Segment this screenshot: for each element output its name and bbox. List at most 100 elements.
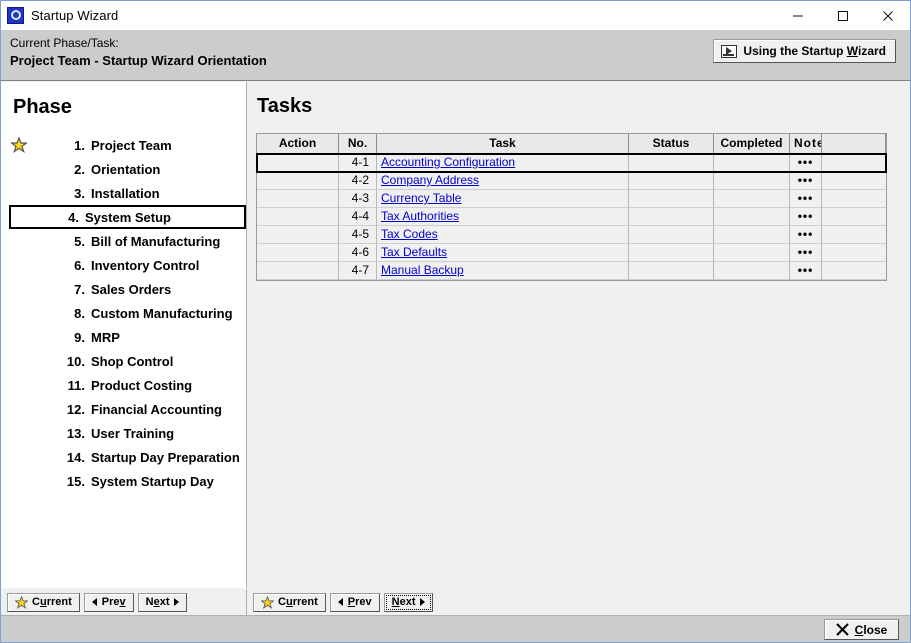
cell-note[interactable]: ••• [790, 262, 822, 280]
phase-current-button[interactable]: Current [7, 592, 80, 612]
task-link[interactable]: Accounting Configuration [381, 155, 515, 169]
phase-item-project-team[interactable]: 1. Project Team [1, 133, 246, 157]
phase-number: 4. [68, 209, 79, 225]
window-title: Startup Wizard [31, 8, 119, 23]
cell-note[interactable]: ••• [790, 208, 822, 226]
task-prev-button[interactable]: Prev [329, 592, 380, 612]
cell-no: 4-2 [339, 172, 377, 190]
cell-task: Manual Backup [377, 262, 629, 280]
cell-no: 4-5 [339, 226, 377, 244]
phase-number: 1. [74, 137, 85, 153]
maximize-icon[interactable] [820, 1, 865, 30]
title-bar: Startup Wizard [1, 1, 910, 30]
cell-note[interactable]: ••• [790, 244, 822, 262]
phase-number: 2. [74, 161, 85, 177]
table-row[interactable]: 4-7 Manual Backup ••• [257, 262, 886, 280]
phase-number: 5. [74, 233, 85, 249]
phase-item-system-setup[interactable]: 4. System Setup [9, 205, 246, 229]
phase-prev-label: Prev [101, 596, 126, 608]
phase-label: Project Team [91, 137, 172, 153]
minimize-icon[interactable] [775, 1, 820, 30]
phase-prev-button[interactable]: Prev [83, 592, 134, 612]
current-phase-name: Project Team [10, 53, 91, 68]
cell-status [629, 190, 714, 208]
tasks-grid: Action No. Task Status Completed Note 4-1 Acco… [256, 133, 887, 281]
table-row[interactable]: 4-5 Tax Codes ••• [257, 226, 886, 244]
cell-action [257, 262, 339, 280]
column-header-completed[interactable]: Completed [714, 134, 790, 153]
column-header-note[interactable]: Note [790, 134, 822, 153]
table-row[interactable]: 4-3 Currency Table ••• [257, 190, 886, 208]
cell-task: Company Address [377, 172, 629, 190]
cell-completed [714, 244, 790, 262]
phase-item-inventory-control[interactable]: 6. Inventory Control [1, 253, 246, 277]
task-link[interactable]: Company Address [381, 173, 479, 187]
phase-item-product-costing[interactable]: 11. Product Costing [1, 373, 246, 397]
phase-item-user-training[interactable]: 13. User Training [1, 421, 246, 445]
cell-status [629, 154, 714, 172]
column-header-extra[interactable] [822, 134, 886, 153]
cell-note[interactable]: ••• [790, 172, 822, 190]
table-row[interactable]: 4-2 Company Address ••• [257, 172, 886, 190]
phase-nav-bar: Current Prev Next [1, 589, 247, 615]
phase-item-mrp[interactable]: 9. MRP [1, 325, 246, 349]
task-next-button[interactable]: Next [383, 592, 434, 612]
phase-label: Product Costing [91, 377, 193, 393]
cell-completed [714, 190, 790, 208]
phase-label: Orientation [91, 161, 161, 177]
triangle-left-icon [337, 598, 343, 606]
column-header-task[interactable]: Task [377, 134, 629, 153]
cell-note[interactable]: ••• [790, 226, 822, 244]
cell-no: 4-7 [339, 262, 377, 280]
table-row[interactable]: 4-1 Accounting Configuration ••• [256, 153, 887, 173]
task-link[interactable]: Tax Authorities [381, 209, 459, 223]
phase-next-button[interactable]: Next [137, 592, 188, 612]
phase-list: 1. Project Team 2. Orientation 3. Installatio… [1, 133, 246, 493]
phase-item-shop-control[interactable]: 10. Shop Control [1, 349, 246, 373]
task-nav-bar: Current Prev Next [248, 589, 910, 615]
cell-status [629, 226, 714, 244]
cell-no: 4-4 [339, 208, 377, 226]
phase-item-sales-orders[interactable]: 7. Sales Orders [1, 277, 246, 301]
table-row[interactable]: 4-4 Tax Authorities ••• [257, 208, 886, 226]
close-icon[interactable] [865, 1, 910, 30]
task-link[interactable]: Tax Defaults [381, 245, 447, 259]
phase-item-installation[interactable]: 3. Installation [1, 181, 246, 205]
cell-completed [714, 172, 790, 190]
phase-label: Inventory Control [91, 257, 200, 273]
column-header-no[interactable]: No. [339, 134, 377, 153]
phase-item-custom-manufacturing[interactable]: 8. Custom Manufacturing [1, 301, 246, 325]
phase-label: Shop Control [91, 353, 174, 369]
column-header-action[interactable]: Action [257, 134, 339, 153]
task-link[interactable]: Currency Table [381, 191, 461, 205]
phase-number: 6. [74, 257, 85, 273]
phase-item-orientation[interactable]: 2. Orientation [1, 157, 246, 181]
phase-item-bill-of-manufacturing[interactable]: 5. Bill of Manufacturing [1, 229, 246, 253]
cell-no: 4-1 [339, 154, 377, 172]
current-phase-title: Project Team - Startup Wizard Orientatio… [10, 53, 267, 68]
phase-label: Bill of Manufacturing [91, 233, 221, 249]
phase-number: 15. [66, 473, 85, 489]
triangle-right-icon [174, 598, 180, 606]
star-icon [261, 595, 274, 609]
cell-status [629, 208, 714, 226]
using-the-startup-wizard-button[interactable]: Using the Startup Wizard [713, 39, 896, 63]
phase-item-financial-accounting[interactable]: 12. Financial Accounting [1, 397, 246, 421]
cell-no: 4-6 [339, 244, 377, 262]
triangle-right-icon [420, 598, 426, 606]
cell-note[interactable]: ••• [790, 190, 822, 208]
phase-item-system-startup-day[interactable]: 15. System Startup Day [1, 469, 246, 493]
task-current-button[interactable]: Current [253, 592, 326, 612]
phase-label: MRP [91, 329, 120, 345]
cell-note[interactable]: ••• [790, 154, 822, 172]
phase-item-startup-day-preparation[interactable]: 14. Startup Day Preparation [1, 445, 246, 469]
phase-number: 13. [66, 425, 85, 441]
task-link[interactable]: Manual Backup [381, 263, 464, 277]
table-row[interactable]: 4-6 Tax Defaults ••• [257, 244, 886, 262]
task-current-label: Current [278, 596, 318, 608]
cell-action [257, 172, 339, 190]
column-header-status[interactable]: Status [629, 134, 714, 153]
task-link[interactable]: Tax Codes [381, 227, 438, 241]
phase-number: 14. [66, 449, 85, 465]
close-button[interactable]: Close [824, 619, 899, 640]
